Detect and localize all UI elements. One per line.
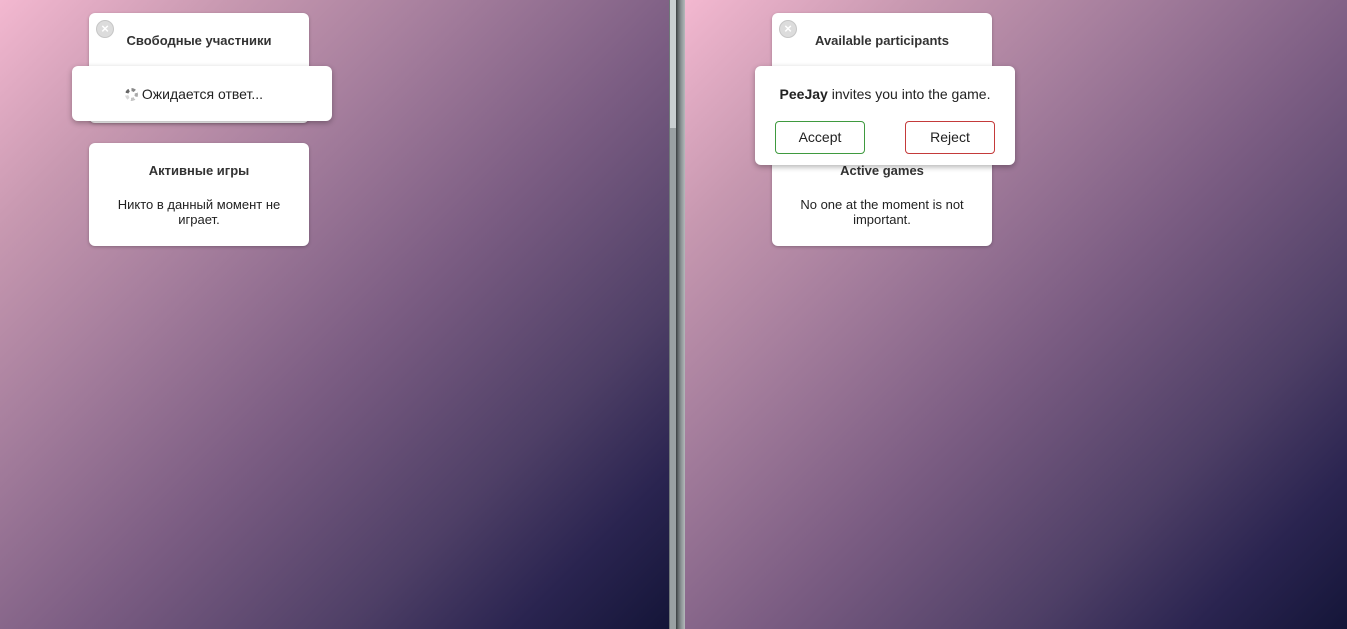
no-games-text: No one at the moment is not important. bbox=[800, 197, 964, 227]
active-games-title: Активные игры bbox=[148, 163, 250, 178]
accept-button[interactable]: Accept bbox=[775, 121, 865, 154]
screen: × Свободные участники Ожидается ответ...… bbox=[0, 0, 1347, 629]
close-icon[interactable]: × bbox=[779, 20, 797, 38]
pane-splitter[interactable] bbox=[676, 0, 685, 629]
left-pane: × Свободные участники Ожидается ответ...… bbox=[0, 0, 669, 629]
reject-button[interactable]: Reject bbox=[905, 121, 995, 154]
waiting-row: Ожидается ответ... bbox=[125, 86, 263, 102]
no-games-text: Никто в данный момент не играет. bbox=[117, 197, 281, 227]
right-pane: × Available participants Active games No… bbox=[685, 0, 1347, 629]
waiting-text: Ожидается ответ... bbox=[141, 86, 263, 102]
waiting-popup: Ожидается ответ... bbox=[72, 66, 332, 121]
inviter-name: PeeJay bbox=[779, 86, 828, 102]
loading-spinner-icon bbox=[125, 88, 138, 101]
participants-title: Available participants bbox=[815, 33, 949, 48]
invite-popup: PeeJay invites you into the game. Accept… bbox=[755, 66, 1015, 165]
invite-message: PeeJay invites you into the game. bbox=[755, 86, 1015, 102]
close-icon[interactable]: × bbox=[96, 20, 114, 38]
active-games-card: Активные игры Никто в данный момент не и… bbox=[89, 143, 309, 246]
invite-text: invites you into the game. bbox=[827, 86, 991, 102]
active-games-title: Active games bbox=[840, 163, 924, 178]
participants-title: Свободные участники bbox=[126, 33, 272, 48]
